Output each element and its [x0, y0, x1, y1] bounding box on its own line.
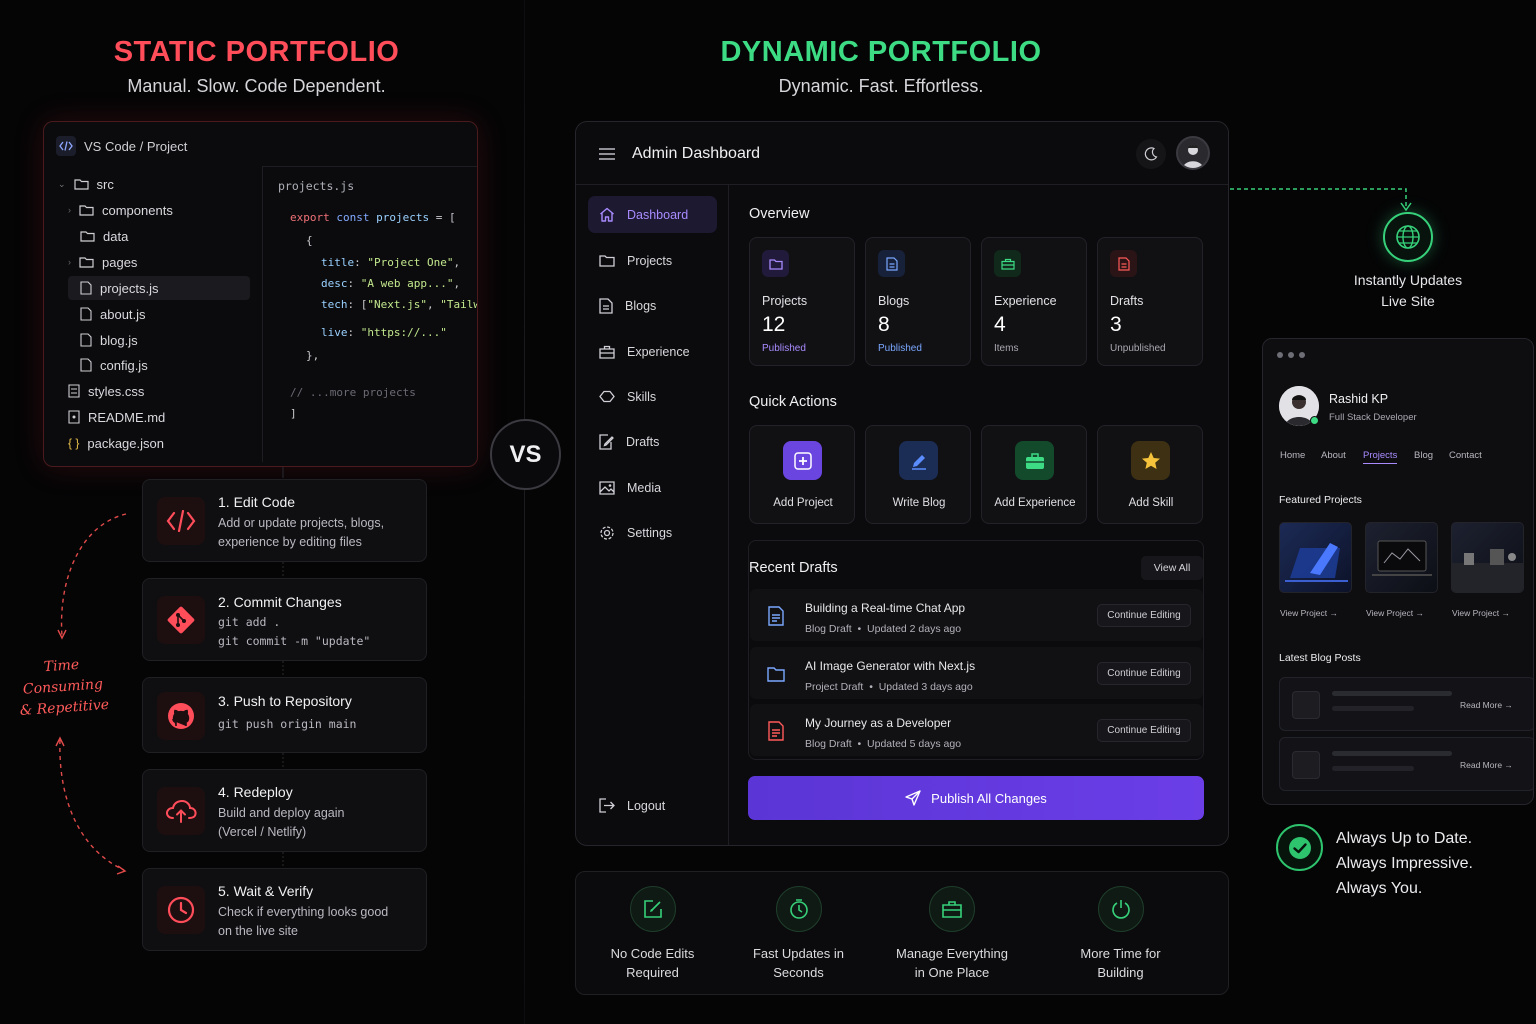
- logout-icon: [599, 798, 615, 813]
- recent-drafts-panel: Recent Drafts View All Building a Real-t…: [748, 540, 1204, 760]
- stat-card-projects[interactable]: Projects 12 Published: [749, 237, 855, 366]
- blog-thumb-icon: [1292, 691, 1320, 719]
- live-site-preview: Rashid KP Full Stack Developer Home Abou…: [1262, 338, 1534, 805]
- gear-icon: [600, 525, 614, 540]
- site-nav-about[interactable]: About: [1321, 450, 1346, 461]
- briefcase-icon: [599, 345, 615, 359]
- project-thumbnail[interactable]: [1451, 522, 1524, 593]
- quick-actions-title: Quick Actions: [749, 394, 837, 410]
- pencil-icon: [899, 441, 938, 480]
- benefit-fast-updates: Fast Updates in Seconds: [736, 886, 861, 982]
- dashboard-header: Admin Dashboard: [576, 122, 1228, 185]
- sidebar-item-projects[interactable]: Projects: [588, 242, 717, 279]
- document-icon: [878, 250, 905, 277]
- logout-button[interactable]: Logout: [588, 787, 717, 824]
- blog-thumb-icon: [1292, 751, 1320, 779]
- avatar[interactable]: [1176, 136, 1210, 170]
- sidebar-item-experience[interactable]: Experience: [588, 333, 717, 370]
- latest-blog-title: Latest Blog Posts: [1279, 652, 1361, 664]
- benefit-no-code: No Code Edits Required: [590, 886, 715, 982]
- check-circle-icon: [1276, 824, 1323, 871]
- timer-icon: [775, 886, 822, 932]
- send-icon: [905, 790, 921, 806]
- site-nav-contact[interactable]: Contact: [1449, 450, 1482, 461]
- star-icon: [1131, 441, 1170, 480]
- document-icon: [599, 297, 613, 314]
- online-indicator: [1310, 416, 1319, 425]
- admin-dashboard: Admin Dashboard Dashboard Projects Blogs…: [575, 121, 1229, 846]
- blog-post-row[interactable]: Read More →: [1279, 737, 1533, 791]
- publish-all-button[interactable]: Publish All Changes: [748, 776, 1204, 820]
- recent-drafts-title: Recent Drafts: [749, 560, 838, 576]
- view-project-link[interactable]: View Project →: [1366, 608, 1424, 618]
- write-blog-button[interactable]: Write Blog: [865, 425, 971, 524]
- project-thumbnail[interactable]: [1365, 522, 1438, 593]
- dashboard-title: Admin Dashboard: [632, 145, 761, 162]
- globe-icon: [1383, 212, 1433, 262]
- blog-post-row[interactable]: Read More →: [1279, 677, 1533, 731]
- site-nav-projects[interactable]: Projects: [1363, 450, 1398, 464]
- briefcase-icon: [929, 886, 975, 932]
- stat-card-blogs[interactable]: Blogs 8 Published: [865, 237, 971, 366]
- briefcase-icon: [1015, 441, 1054, 480]
- power-icon: [1097, 886, 1144, 932]
- edit-document-icon: [599, 433, 614, 450]
- time-consuming-note: Time Consuming & Repetitive: [19, 656, 110, 720]
- moon-icon: [1144, 147, 1158, 161]
- view-all-button[interactable]: View All: [1141, 556, 1203, 580]
- continue-editing-button[interactable]: Continue Editing: [1097, 604, 1191, 627]
- always-tagline: Always Up to Date. Always Impressive. Alwa…: [1336, 830, 1473, 897]
- sidebar-item-media[interactable]: Media: [588, 469, 717, 506]
- theme-toggle[interactable]: [1136, 139, 1166, 169]
- overview-title: Overview: [749, 206, 810, 222]
- live-site-label: Instantly Updates Live Site: [1353, 272, 1463, 309]
- sidebar-item-drafts[interactable]: Drafts: [588, 423, 717, 460]
- blog-draft-icon: [764, 719, 788, 743]
- view-project-link[interactable]: View Project →: [1280, 608, 1338, 618]
- stat-card-drafts[interactable]: Drafts 3 Unpublished: [1097, 237, 1203, 366]
- site-nav-home[interactable]: Home: [1280, 450, 1305, 461]
- folder-icon: [762, 250, 789, 277]
- continue-editing-button[interactable]: Continue Editing: [1097, 662, 1191, 685]
- read-more-link[interactable]: Read More →: [1460, 700, 1513, 710]
- project-draft-icon: [764, 662, 788, 686]
- folder-icon: [599, 255, 615, 267]
- diamond-icon: [599, 390, 615, 403]
- benefit-one-place: Manage Everything in One Place: [878, 886, 1026, 982]
- home-icon: [600, 207, 614, 222]
- project-thumbnail[interactable]: [1279, 522, 1352, 593]
- sidebar-item-blogs[interactable]: Blogs: [588, 287, 717, 324]
- draft-row[interactable]: My Journey as a Developer Blog Draft • U…: [750, 704, 1203, 756]
- read-more-link[interactable]: Read More →: [1460, 760, 1513, 770]
- draft-row[interactable]: AI Image Generator with Next.js Project …: [750, 647, 1203, 699]
- benefit-more-time: More Time for Building: [1058, 886, 1183, 982]
- sidebar-item-skills[interactable]: Skills: [588, 378, 717, 415]
- plus-icon: [783, 441, 822, 480]
- profile-name: Rashid KP: [1329, 392, 1389, 406]
- dashboard-sidebar: Dashboard Projects Blogs Experience Skil…: [576, 185, 729, 845]
- blog-draft-icon: [764, 604, 788, 628]
- menu-icon[interactable]: [599, 148, 615, 160]
- sidebar-item-settings[interactable]: Settings: [588, 514, 717, 551]
- image-icon: [599, 480, 615, 495]
- stat-card-experience[interactable]: Experience 4 Items: [981, 237, 1087, 366]
- add-skill-button[interactable]: Add Skill: [1097, 425, 1203, 524]
- window-dots: [1277, 352, 1305, 358]
- briefcase-icon: [994, 250, 1021, 277]
- featured-projects-title: Featured Projects: [1279, 494, 1362, 506]
- site-nav-blog[interactable]: Blog: [1414, 450, 1433, 461]
- draft-file-icon: [1110, 250, 1137, 277]
- continue-editing-button[interactable]: Continue Editing: [1097, 719, 1191, 742]
- view-project-link[interactable]: View Project →: [1452, 608, 1510, 618]
- add-experience-button[interactable]: Add Experience: [981, 425, 1087, 524]
- draft-row[interactable]: Building a Real-time Chat App Blog Draft…: [750, 589, 1203, 641]
- profile-role: Full Stack Developer: [1329, 412, 1417, 423]
- sidebar-item-dashboard[interactable]: Dashboard: [588, 196, 717, 233]
- add-project-button[interactable]: Add Project: [749, 425, 855, 524]
- benefits-panel: No Code Edits Required Fast Updates in Sec…: [575, 871, 1229, 995]
- edit-icon: [629, 886, 676, 932]
